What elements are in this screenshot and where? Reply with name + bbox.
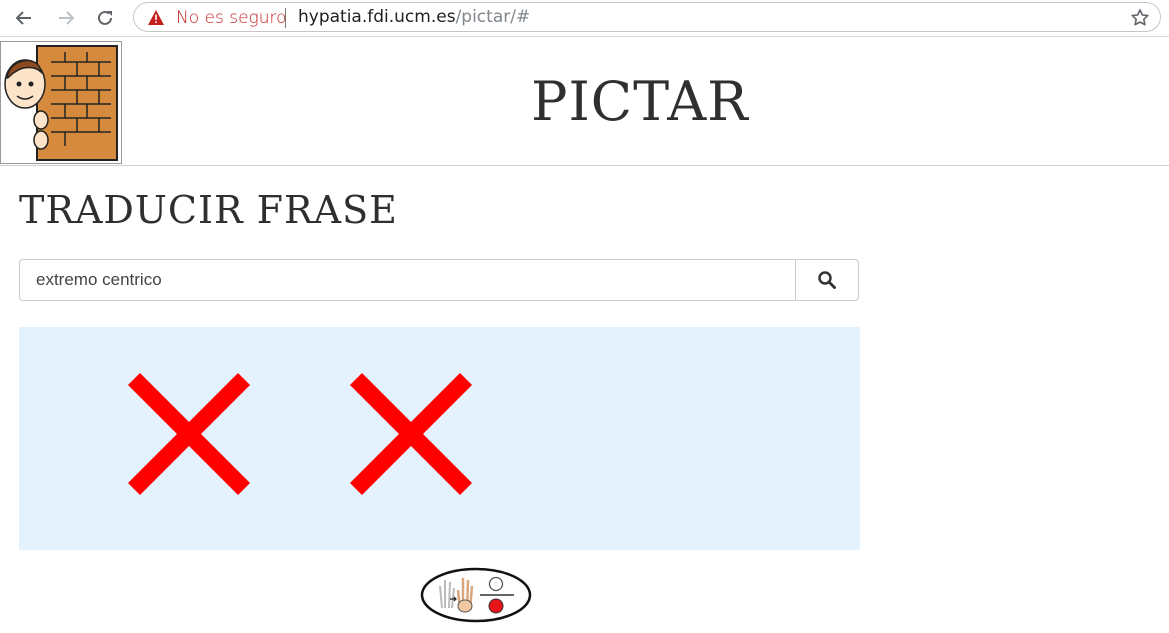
search-input[interactable]: [19, 259, 795, 301]
red-x-icon[interactable]: [128, 373, 250, 495]
warning-icon: [148, 10, 164, 25]
hand-sign-logo-icon: [420, 567, 532, 623]
forward-arrow-icon: [59, 11, 75, 25]
star-icon[interactable]: [1130, 8, 1150, 28]
site-title: PICTAR: [531, 70, 749, 133]
back-button[interactable]: [12, 6, 36, 30]
back-arrow-icon: [15, 11, 31, 25]
red-x-icon[interactable]: [350, 373, 472, 495]
reload-icon: [98, 10, 112, 25]
url-separator: [285, 8, 286, 28]
browser-toolbar: No es seguro hypatia.fdi.ucm.es/pictar/#: [0, 0, 1169, 37]
site-logo[interactable]: [0, 41, 122, 164]
url-text[interactable]: hypatia.fdi.ucm.es/pictar/#: [298, 7, 530, 27]
address-bar[interactable]: No es seguro hypatia.fdi.ucm.es/pictar/#: [133, 2, 1161, 32]
results-panel: [19, 327, 860, 550]
boy-behind-brick-wall-icon: [4, 45, 118, 161]
forward-button[interactable]: [54, 6, 78, 30]
url-host: hypatia.fdi.ucm.es: [298, 7, 456, 27]
search-group: [19, 259, 859, 301]
reload-button[interactable]: [93, 6, 117, 30]
footer-logo[interactable]: [420, 566, 532, 624]
header-divider: [0, 165, 1169, 166]
search-icon: [818, 271, 836, 289]
url-path: /pictar/#: [455, 7, 531, 27]
section-title: TRADUCIR FRASE: [19, 188, 398, 232]
security-label[interactable]: No es seguro: [176, 8, 287, 28]
search-button[interactable]: [795, 259, 859, 301]
